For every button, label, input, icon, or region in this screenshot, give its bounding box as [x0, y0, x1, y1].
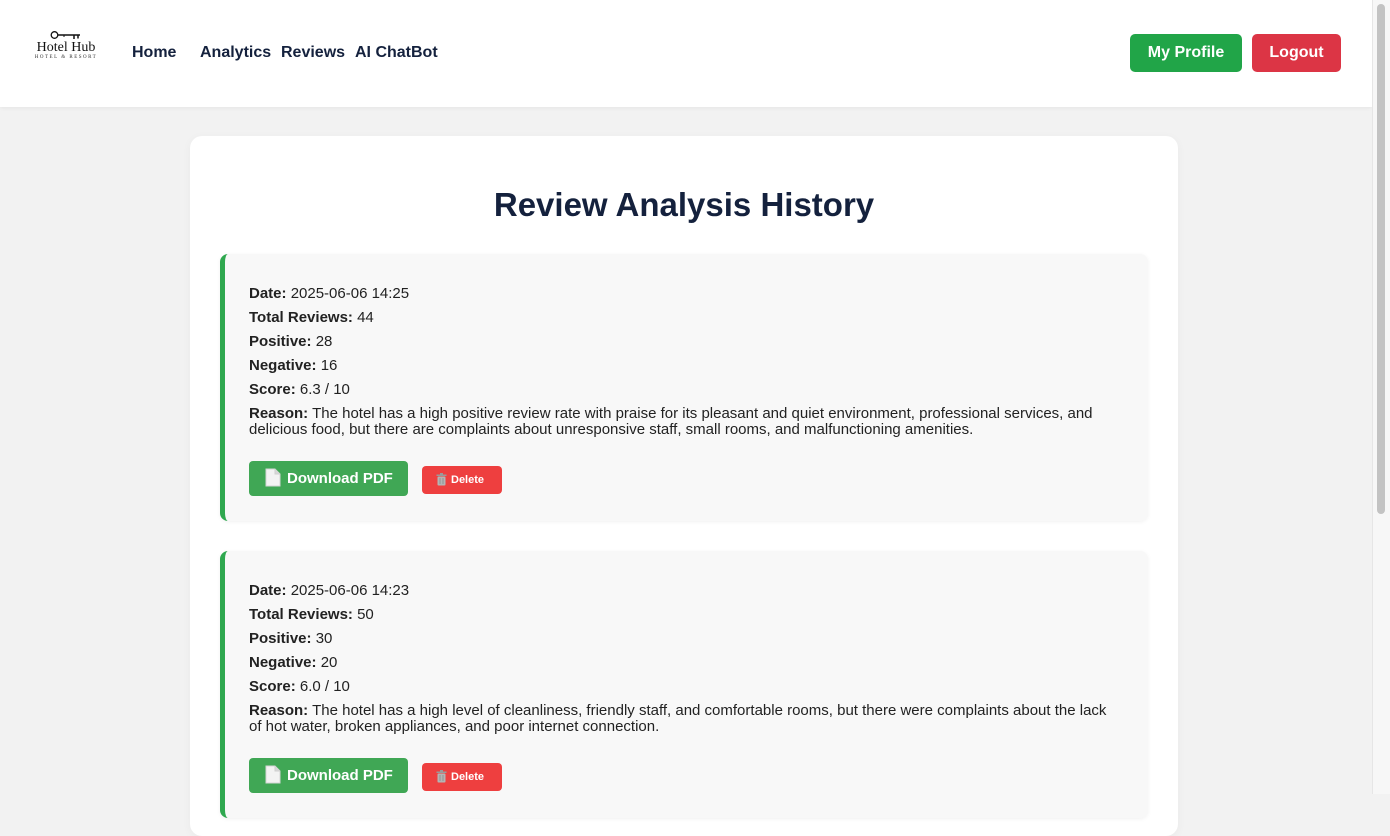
negative-label: Negative:	[249, 357, 317, 374]
delete-label: Delete	[451, 474, 485, 486]
key-icon	[50, 31, 80, 39]
score-label: Score:	[249, 381, 296, 398]
trash-icon	[436, 472, 447, 486]
total-reviews-row: Total Reviews: 50	[249, 607, 1109, 623]
date-value: 2025-06-06 14:25	[290, 285, 410, 302]
history-card: Date: 2025-06-06 14:23 Total Reviews: 50…	[220, 551, 1148, 818]
positive-row: Positive: 30	[249, 631, 1109, 647]
logout-button[interactable]: Logout	[1252, 34, 1341, 72]
positive-row: Positive: 28	[249, 334, 1109, 350]
score-value: 6.3 / 10	[299, 381, 350, 398]
score-label: Score:	[249, 678, 296, 695]
negative-row: Negative: 16	[249, 358, 1109, 374]
hotel-hub-logo[interactable]: Hotel Hub HOTEL & RESORT	[34, 30, 98, 70]
trash-icon	[436, 769, 447, 783]
positive-label: Positive:	[249, 333, 312, 350]
nav-ai-chatbot[interactable]: AI ChatBot	[355, 43, 438, 63]
download-pdf-button[interactable]: Download PDF	[249, 461, 408, 496]
nav-analytics[interactable]: Analytics	[200, 43, 271, 63]
nav-reviews[interactable]: Reviews	[281, 43, 345, 63]
logo-brand-text: Hotel Hub	[36, 40, 96, 55]
delete-button[interactable]: Delete	[422, 763, 502, 791]
delete-label: Delete	[451, 771, 485, 783]
date-row: Date: 2025-06-06 14:23	[249, 583, 1109, 599]
delete-button[interactable]: Delete	[422, 466, 502, 494]
total-reviews-row: Total Reviews: 44	[249, 310, 1109, 326]
negative-value: 16	[320, 357, 338, 374]
history-card: Date: 2025-06-06 14:25 Total Reviews: 44…	[220, 254, 1148, 521]
page-title: Review Analysis History	[493, 186, 875, 223]
reason-row: Reason: The hotel has a high level of cl…	[249, 703, 1109, 735]
my-profile-button[interactable]: My Profile	[1130, 34, 1242, 72]
date-label: Date:	[249, 582, 287, 599]
document-icon	[265, 765, 281, 784]
document-icon	[265, 468, 281, 487]
reason-row: Reason: The hotel has a high positive re…	[249, 406, 1109, 438]
total-reviews-value: 50	[357, 606, 374, 623]
nav-home[interactable]: Home	[132, 43, 176, 63]
positive-value: 30	[315, 630, 333, 647]
total-reviews-label: Total Reviews:	[249, 606, 353, 623]
download-pdf-label: Download PDF	[287, 469, 393, 487]
reason-label: Reason:	[249, 405, 309, 422]
total-reviews-label: Total Reviews:	[249, 309, 353, 326]
top-header: Hotel Hub HOTEL & RESORT Home Analytics …	[0, 0, 1372, 107]
page-scrollbar[interactable]	[1372, 0, 1390, 794]
positive-value: 28	[315, 333, 333, 350]
download-pdf-button[interactable]: Download PDF	[249, 758, 408, 793]
total-reviews-value: 44	[357, 309, 374, 326]
score-value: 6.0 / 10	[299, 678, 350, 695]
reason-value: The hotel has a high positive review rat…	[249, 405, 1093, 438]
date-row: Date: 2025-06-06 14:25	[249, 286, 1109, 302]
date-label: Date:	[249, 285, 287, 302]
positive-label: Positive:	[249, 630, 312, 647]
negative-value: 20	[320, 654, 338, 671]
date-value: 2025-06-06 14:23	[290, 582, 410, 599]
score-row: Score: 6.3 / 10	[249, 382, 1109, 398]
reason-value: The hotel has a high level of cleanlines…	[249, 702, 1107, 735]
score-row: Score: 6.0 / 10	[249, 679, 1109, 695]
negative-row: Negative: 20	[249, 655, 1109, 671]
scrollbar-thumb[interactable]	[1377, 4, 1385, 514]
negative-label: Negative:	[249, 654, 317, 671]
download-pdf-label: Download PDF	[287, 766, 393, 784]
logo-tagline: HOTEL & RESORT	[34, 55, 98, 60]
reason-label: Reason:	[249, 702, 309, 719]
